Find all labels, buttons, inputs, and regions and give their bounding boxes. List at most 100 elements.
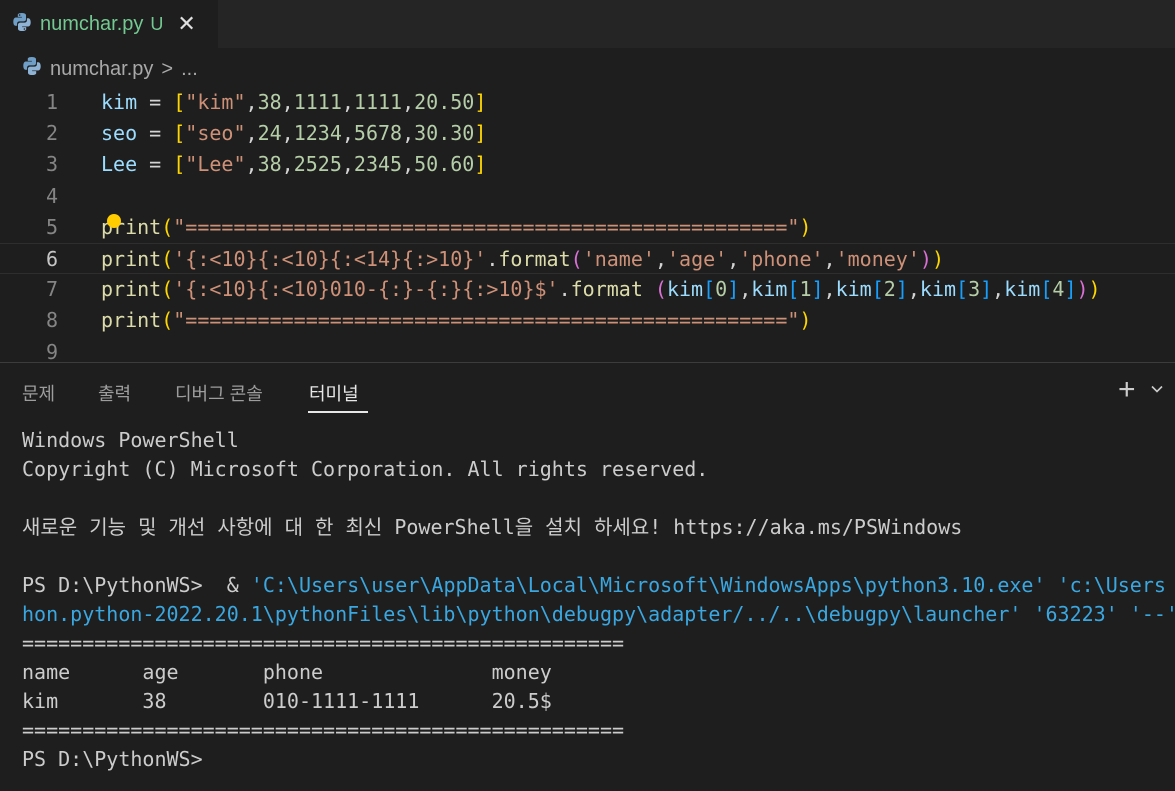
code-token: [ [173,152,186,177]
code-token: , [402,121,415,146]
code-line[interactable]: 7 print('{:<10}{:<10}010-{:}-{:}{:>10}$'.… [0,274,1175,305]
tab-problems[interactable]: 문제 [22,380,55,406]
code-text[interactable]: kim = ["kim",38,1111,1111,20.50] [101,87,486,118]
tab-title: numchar.py [40,12,144,35]
plus-icon[interactable]: + [1118,373,1136,407]
code-token: 1 [799,277,812,302]
line-number: 1 [45,90,58,114]
code-token: kim [101,90,138,114]
code-token: 2 [883,277,896,302]
code-token: ( [654,277,667,302]
code-token: [ [173,121,186,146]
code-token: "=======================================… [173,308,800,333]
line-number: 8 [45,308,58,333]
code-token: 'age' [666,247,728,271]
code-token: 38 [257,90,282,114]
code-token: ] [474,121,487,146]
tab-output[interactable]: 출력 [98,380,131,406]
code-line[interactable]: 6 print('{:<10}{:<10}{:<14}{:>10}'.format… [0,243,1175,274]
terminal-line: 새로운 기능 및 개선 사항에 대 한 최신 PowerShell을 설치 하세… [22,515,963,539]
code-token: ] [727,277,740,302]
breadcrumb-symbols[interactable]: ... [181,58,198,81]
tab-numchar-py[interactable]: numchar.py U ✕ [0,0,218,48]
code-token: 0 [715,277,728,302]
terminal-line: Windows PowerShell [22,428,239,452]
code-token: 24 [257,121,282,146]
code-line[interactable]: 2 seo = ["seo",24,1234,5678,30.30] [0,118,1175,149]
code-token: = [137,121,174,146]
code-line[interactable]: 8 print("================================… [0,305,1175,336]
python-icon [12,12,32,36]
code-token: , [245,121,258,146]
code-token: ] [895,277,908,302]
code-line[interactable]: 5 print("================================… [0,212,1175,243]
code-token: . [558,277,571,302]
code-token: 'phone' [739,247,824,271]
line-number: 6 [45,247,58,271]
code-token: Lee [101,152,138,177]
code-token: , [907,277,920,302]
untracked-badge: U [150,13,164,34]
code-token: = [137,152,174,177]
code-token: , [739,277,752,302]
terminal-output[interactable]: Windows PowerShell Copyright (C) Microso… [22,426,1175,774]
code-token: [ [173,90,186,114]
code-token: ( [161,277,174,302]
code-token: format [570,277,655,302]
code-token: "=======================================… [173,214,800,239]
breadcrumb-separator: > [161,57,174,80]
code-token: ] [980,277,993,302]
code-token: , [654,247,667,271]
breadcrumb: numchar.py > ... [0,52,1175,86]
active-tab-indicator [308,411,368,413]
code-token: seo [101,121,138,146]
code-line[interactable]: 3 Lee = ["Lee",38,2525,2345,50.60] [0,149,1175,180]
code-text[interactable]: seo = ["seo",24,1234,5678,30.30] [101,118,486,149]
breadcrumb-file[interactable]: numchar.py [50,58,153,81]
terminal-prompt: PS D:\PythonWS> & [22,573,251,597]
terminal-line: kim 38 010-1111-1111 20.5$ [22,689,552,713]
code-text[interactable]: print("=================================… [101,305,811,336]
code-text[interactable]: print('{:<10}{:<10}010-{:}-{:}{:>10}$'.f… [101,274,1101,305]
tab-debug-console[interactable]: 디버그 콘솔 [175,380,263,406]
code-editor[interactable]: 1 kim = ["kim",38,1111,1111,20.50] 2 seo = … [0,87,1175,362]
code-token: ) [1088,277,1101,302]
code-token: 1234 [293,121,342,146]
code-token: kim [1004,277,1041,302]
terminal-command-continuation: hon.python-2022.20.1\pythonFiles\lib\pyt… [22,602,1175,626]
code-token: kim [751,277,788,302]
code-token: 4 [1052,277,1065,302]
code-token: "kim" [185,90,246,114]
code-token: print [101,247,162,271]
code-token: , [727,247,740,271]
code-token: ( [161,247,174,271]
code-token: '{:<10}{:<10}{:<14}{:>10}' [173,247,487,271]
tab-terminal[interactable]: 터미널 [309,380,359,406]
code-token: print [101,308,162,333]
code-text[interactable]: print('{:<10}{:<10}{:<14}{:>10}'.format(… [101,244,944,275]
lightbulb-icon[interactable] [107,214,121,228]
line-number: 3 [45,152,58,177]
code-token: . [486,247,499,271]
code-token: [ [1040,277,1053,302]
code-line[interactable]: 9 [0,337,1175,362]
code-token: ) [1076,277,1089,302]
code-text[interactable]: print("=================================… [101,212,811,243]
code-token: ] [811,277,824,302]
code-token: ) [799,308,812,333]
code-token: 1111 [353,90,403,114]
code-line[interactable]: 4 [0,181,1175,212]
chevron-down-icon[interactable] [1150,381,1164,400]
code-token: , [281,90,294,114]
terminal-line: Copyright (C) Microsoft Corporation. All… [22,457,709,481]
line-number: 9 [45,339,58,362]
line-number: 4 [45,183,58,208]
code-line[interactable]: 1 kim = ["kim",38,1111,1111,20.50] [0,87,1175,118]
close-icon[interactable]: ✕ [177,11,195,37]
code-token: 38 [257,152,282,177]
code-token: [ [703,277,716,302]
code-token: format [498,247,571,271]
code-text[interactable]: Lee = ["Lee",38,2525,2345,50.60] [101,149,486,180]
